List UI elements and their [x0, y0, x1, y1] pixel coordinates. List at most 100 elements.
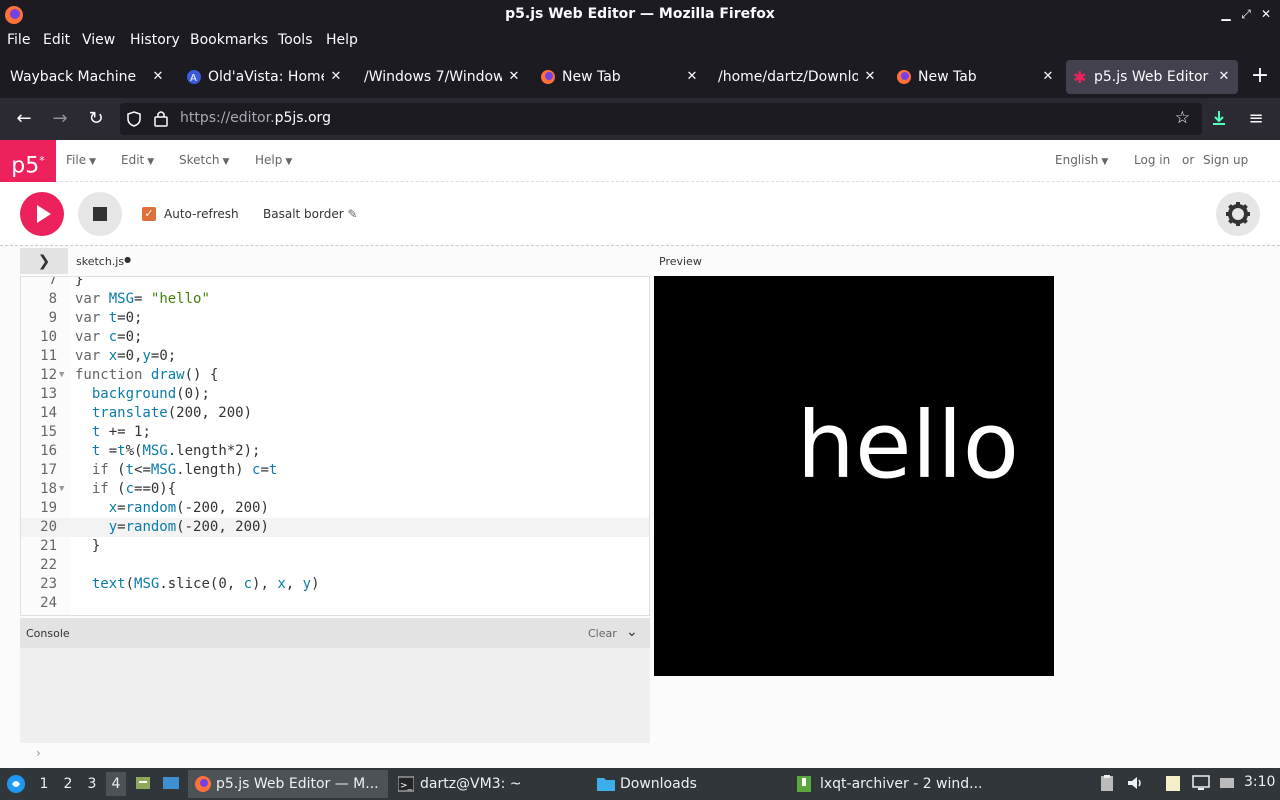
code-line[interactable]: 11 var x=0,y=0; — [21, 347, 649, 366]
console-clear-button[interactable]: Clear — [588, 627, 617, 640]
tab-p5-editor[interactable]: ✱ p5.js Web Editor ✕ — [1066, 60, 1238, 94]
network-icon[interactable] — [1218, 774, 1236, 792]
code-line[interactable]: 7} — [21, 277, 649, 290]
close-window-icon[interactable]: ✕ — [1258, 6, 1274, 22]
workspace-4[interactable]: 4 — [106, 772, 126, 796]
task-archiver[interactable]: lxqt-archiver - 2 wind... — [792, 770, 988, 798]
restore-icon[interactable]: ⤢ — [1238, 6, 1254, 22]
notes-icon[interactable] — [1164, 774, 1182, 792]
task-terminal[interactable]: >_ dartz@VM3: ~ — [392, 770, 588, 798]
tab-windows7[interactable]: /Windows 7/Windows ✕ — [356, 60, 528, 94]
tab-close-icon[interactable]: ✕ — [150, 60, 166, 94]
code-line[interactable]: 19 x=random(-200, 200) — [21, 499, 649, 518]
tab-close-icon[interactable]: ✕ — [862, 60, 878, 94]
forward-icon[interactable]: → — [48, 108, 72, 130]
workspace-3[interactable]: 3 — [82, 772, 102, 796]
start-menu-icon[interactable] — [6, 774, 26, 794]
tab-close-icon[interactable]: ✕ — [684, 60, 700, 94]
code-line[interactable]: 20 y=random(-200, 200) — [21, 518, 649, 537]
bookmark-star-icon[interactable]: ☆ — [1175, 108, 1190, 128]
p5-nav: p5* File ▼ Edit ▼ Sketch ▼ Help ▼ English ▼ L… — [0, 140, 1280, 182]
menu-edit[interactable]: Edit — [43, 32, 70, 48]
tab-newtab-1[interactable]: New Tab ✕ — [534, 60, 706, 94]
workspace-2[interactable]: 2 — [58, 772, 78, 796]
volume-icon[interactable] — [1126, 774, 1144, 792]
fold-arrow-icon[interactable]: ▼ — [59, 480, 64, 499]
signup-link[interactable]: Sign up — [1203, 153, 1248, 167]
sidebar-toggle-button[interactable]: ❯ — [20, 248, 68, 274]
url-text[interactable]: https://editor.p5js.org — [180, 110, 331, 126]
file-tab[interactable]: sketch.js● — [76, 255, 131, 268]
gear-icon — [1226, 202, 1250, 226]
menu-help[interactable]: Help — [326, 32, 358, 48]
lock-icon[interactable] — [154, 110, 168, 127]
tab-oldavista[interactable]: A Old'aVista: Home ✕ — [178, 60, 350, 94]
code-line[interactable]: 24 — [21, 594, 649, 613]
code-line[interactable]: 22 — [21, 556, 649, 575]
p5-menu-edit[interactable]: Edit ▼ — [121, 153, 154, 167]
tab-newtab-2[interactable]: New Tab ✕ — [890, 60, 1062, 94]
hamburger-menu-icon[interactable]: ≡ — [1244, 108, 1268, 130]
line-number: 23 — [40, 576, 57, 592]
code-editor[interactable]: 7} 8 var MSG= "hello" 9 var t=0; 10 var c=0; 11… — [20, 276, 650, 616]
code-line[interactable]: 17 if (t<=MSG.length) c=t — [21, 461, 649, 480]
reload-icon[interactable]: ↻ — [84, 108, 108, 130]
preview-canvas[interactable]: hello — [654, 276, 1054, 676]
language-select[interactable]: English ▼ — [1055, 153, 1108, 167]
code-line[interactable]: 16 t =t%(MSG.length*2); — [21, 442, 649, 461]
new-tab-button[interactable]: + — [1250, 64, 1270, 88]
play-button[interactable] — [20, 192, 64, 236]
code-line[interactable]: 10 var c=0; — [21, 328, 649, 347]
sketch-name[interactable]: Basalt border ✎ — [263, 207, 358, 221]
menu-view[interactable]: View — [82, 32, 115, 48]
fold-arrow-icon[interactable]: ▼ — [59, 366, 64, 385]
archive-icon[interactable] — [134, 774, 152, 792]
pencil-icon[interactable]: ✎ — [348, 207, 358, 221]
p5-logo[interactable]: p5* — [0, 140, 56, 182]
p5-menu-sketch[interactable]: Sketch ▼ — [179, 153, 229, 167]
autorefresh-checkbox[interactable]: ✓ — [142, 207, 156, 221]
downloads-icon[interactable] — [1210, 109, 1228, 127]
tab-wayback[interactable]: Wayback Machine ✕ — [0, 60, 172, 94]
code-line[interactable]: 14 translate(200, 200) — [21, 404, 649, 423]
line-number: 18 — [40, 481, 57, 497]
code-line[interactable]: 23 text(MSG.slice(0, c), x, y) — [21, 575, 649, 594]
unsaved-dot-icon: ● — [124, 255, 132, 264]
tab-close-icon[interactable]: ✕ — [1040, 60, 1056, 94]
code-line[interactable]: 15 t += 1; — [21, 423, 649, 442]
menu-history[interactable]: History — [130, 32, 180, 48]
url-bar[interactable]: https://editor.p5js.org ☆ — [120, 103, 1202, 135]
code-line[interactable]: 8 var MSG= "hello" — [21, 290, 649, 309]
code-line[interactable]: 21 } — [21, 537, 649, 556]
tab-close-icon[interactable]: ✕ — [506, 60, 522, 94]
tab-close-icon[interactable]: ✕ — [328, 60, 344, 94]
line-number: 24 — [40, 595, 57, 611]
monitor-icon[interactable] — [1192, 774, 1210, 792]
code-line[interactable]: 9 var t=0; — [21, 309, 649, 328]
stop-icon — [93, 207, 107, 221]
minimize-icon[interactable]: ▁ — [1218, 6, 1234, 22]
p5-menu-file[interactable]: File ▼ — [66, 153, 96, 167]
menu-bookmarks[interactable]: Bookmarks — [190, 32, 268, 48]
settings-button[interactable] — [1216, 192, 1260, 236]
shield-icon[interactable] — [126, 111, 142, 127]
desktop-icon[interactable] — [162, 774, 180, 792]
console-input[interactable]: › — [20, 743, 650, 768]
code-line[interactable]: 13 background(0); — [21, 385, 649, 404]
task-downloads[interactable]: Downloads — [592, 770, 788, 798]
or-text: or — [1182, 153, 1195, 167]
chevron-down-icon[interactable]: ⌄ — [626, 624, 638, 640]
code-line[interactable]: 12 ▼ function draw() { — [21, 366, 649, 385]
clipboard-icon[interactable] — [1098, 774, 1116, 792]
tab-close-icon[interactable]: ✕ — [1216, 60, 1232, 94]
workspace-1[interactable]: 1 — [34, 772, 54, 796]
tab-downloads[interactable]: /home/dartz/Downloa ✕ — [712, 60, 884, 94]
menu-tools[interactable]: Tools — [278, 32, 313, 48]
p5-menu-help[interactable]: Help ▼ — [255, 153, 292, 167]
menu-file[interactable]: File — [7, 32, 30, 48]
task-firefox[interactable]: p5.js Web Editor — M... — [188, 770, 388, 798]
back-icon[interactable]: ← — [12, 108, 36, 130]
code-line[interactable]: 18 ▼ if (c==0){ — [21, 480, 649, 499]
stop-button[interactable] — [78, 192, 122, 236]
login-link[interactable]: Log in — [1134, 153, 1170, 167]
